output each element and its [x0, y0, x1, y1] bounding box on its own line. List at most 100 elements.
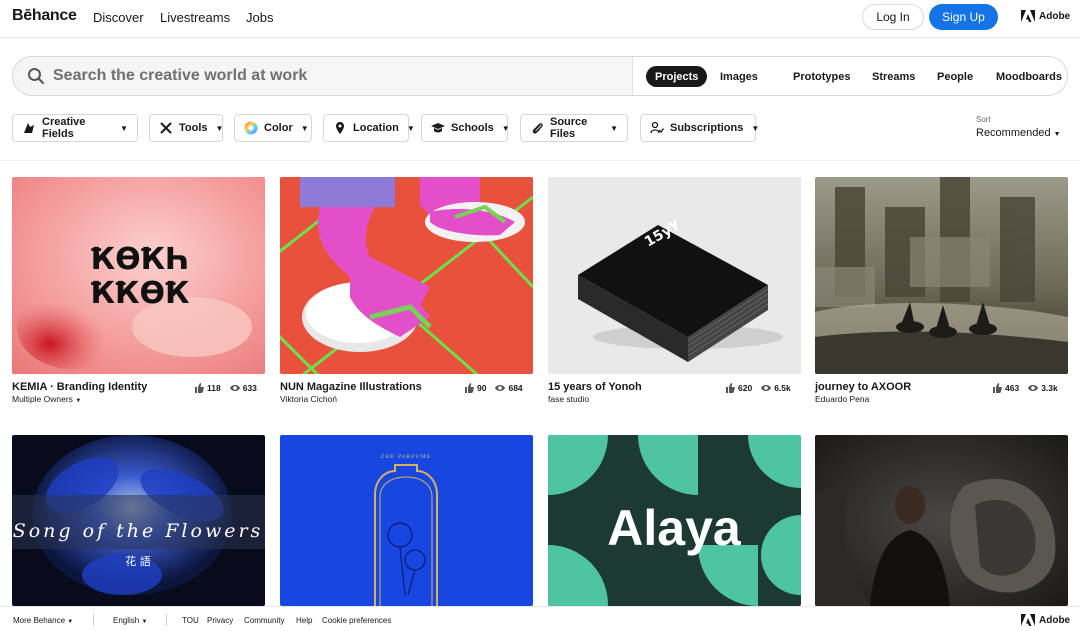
footer: More Behance ▼ English ▼ TOU Privacy Com… [0, 606, 1080, 631]
tab-images[interactable]: Images [720, 67, 758, 87]
chevron-down-icon: ▼ [141, 619, 148, 625]
filter-source-files[interactable]: Source Files ▼ [520, 114, 628, 142]
subscriptions-icon [650, 121, 664, 134]
sort-label: Sort [976, 115, 991, 124]
search-input[interactable] [53, 67, 613, 85]
nav-discover[interactable]: Discover [93, 10, 144, 25]
eye-icon [1028, 385, 1039, 391]
color-wheel-icon [244, 121, 258, 135]
project-owner[interactable]: Multiple Owners ▼ [12, 394, 81, 404]
project-stats: 90 684 [464, 383, 523, 393]
eye-icon [495, 385, 506, 391]
alaya-wordmark: Alaya [607, 500, 742, 556]
nav-jobs[interactable]: Jobs [246, 10, 273, 25]
filter-schools[interactable]: Schools ▼ [421, 114, 510, 142]
tab-projects[interactable]: Projects [646, 66, 708, 87]
filter-subscriptions[interactable]: Subscriptions ▼ [640, 114, 760, 142]
tab-people[interactable]: People [937, 67, 973, 87]
chevron-down-icon: ▼ [215, 123, 224, 133]
project-title[interactable]: KEMIA · Branding Identity [12, 381, 147, 393]
tools-icon [160, 122, 172, 134]
footer-more-behance[interactable]: More Behance ▼ [13, 616, 73, 625]
nun-illustration-image [280, 177, 533, 374]
project-title[interactable]: journey to AXOOR [815, 381, 911, 393]
flowers-cn-text: 花 語 [125, 554, 151, 568]
adobe-link[interactable]: Adobe [1021, 10, 1070, 22]
project-owner[interactable]: fase studio [548, 394, 589, 404]
kemia-image: ҞӨҞҺ ҞҞӨҞ [12, 177, 265, 374]
portrait-image [815, 435, 1068, 606]
tab-prototypes[interactable]: Prototypes [793, 67, 850, 87]
top-nav: Bēhance Discover Livestreams Jobs Log In… [0, 0, 1080, 38]
filter-creative-fields[interactable]: Creative Fields ▼ [12, 114, 138, 142]
chevron-down-icon: ▼ [120, 123, 128, 133]
project-thumbnail-nun[interactable] [280, 177, 533, 374]
paperclip-icon [532, 123, 543, 134]
filter-location[interactable]: Location ▼ [323, 114, 415, 142]
parfume-image: ZHE PARFUMÉ [280, 435, 533, 606]
kemia-logo-line1: ҞӨҞҺ [91, 242, 190, 277]
eye-icon [229, 385, 240, 391]
location-pin-icon [336, 122, 344, 134]
axoor-artwork-image [815, 177, 1068, 374]
footer-separator [93, 614, 94, 626]
tab-streams[interactable]: Streams [872, 67, 915, 87]
divider [0, 160, 1080, 161]
filter-color[interactable]: Color ▼ [234, 114, 312, 142]
footer-adobe-link[interactable]: Adobe [1021, 614, 1070, 626]
project-title[interactable]: 15 years of Yonoh [548, 381, 642, 393]
thumbs-up-icon [195, 383, 204, 393]
project-owner[interactable]: Eduardo Pena [815, 394, 869, 404]
chevron-down-icon: ▼ [751, 123, 760, 133]
project-stats: 463 3.3k [992, 383, 1058, 393]
project-thumbnail-parfume[interactable]: ZHE PARFUMÉ [280, 435, 533, 606]
graduation-cap-icon [431, 123, 445, 133]
sort-dropdown[interactable]: Recommended ▼ [976, 127, 1061, 139]
project-thumbnail-alaya[interactable]: Alaya [548, 435, 801, 606]
login-button[interactable]: Log In [862, 4, 924, 30]
alaya-image: Alaya [548, 435, 801, 606]
thumbs-up-icon [726, 383, 735, 393]
thumbs-up-icon [465, 383, 474, 393]
kemia-logo-line2: ҞҞӨҞ [90, 276, 190, 311]
search-bar: Projects Images Prototypes Streams Peopl… [12, 56, 1068, 96]
adobe-label: Adobe [1039, 10, 1071, 22]
search-icon [28, 68, 44, 84]
footer-link-privacy[interactable]: Privacy [207, 616, 233, 625]
chevron-down-icon: ▼ [67, 619, 74, 625]
footer-link-help[interactable]: Help [296, 616, 312, 625]
chevron-down-icon: ▼ [501, 123, 510, 133]
project-title[interactable]: NUN Magazine Illustrations [280, 381, 422, 393]
footer-separator [166, 614, 167, 626]
nav-livestreams[interactable]: Livestreams [160, 10, 230, 25]
adobe-icon [1021, 614, 1035, 626]
footer-language[interactable]: English ▼ [113, 616, 147, 625]
parfume-text: ZHE PARFUMÉ [381, 452, 432, 460]
thumbs-up-icon [993, 383, 1002, 393]
project-thumbnail-portrait[interactable] [815, 435, 1068, 606]
footer-link-community[interactable]: Community [244, 616, 284, 625]
project-thumbnail-flowers[interactable]: Song of the Flowers 花 語 [12, 435, 265, 606]
chevron-down-icon: ▼ [610, 123, 618, 133]
project-thumbnail-axoor[interactable] [815, 177, 1068, 374]
chevron-down-icon: ▼ [75, 398, 82, 404]
song-of-flowers-image: Song of the Flowers 花 語 [12, 435, 265, 606]
flowers-title-text: Song of the Flowers [13, 520, 264, 542]
project-stats: 620 6.5k [725, 383, 791, 393]
chevron-down-icon: ▼ [406, 123, 415, 133]
project-thumbnail-kemia[interactable]: ҞӨҞҺ ҞҞӨҞ [12, 177, 265, 374]
project-owner[interactable]: Viktoria Cichoń [280, 394, 337, 404]
project-stats: 118 633 [194, 383, 257, 393]
project-thumbnail-yonoh[interactable]: 15yY [548, 177, 801, 374]
signup-button[interactable]: Sign Up [929, 4, 998, 30]
footer-link-cookie-preferences[interactable]: Cookie preferences [322, 616, 391, 625]
search-tabs: Projects Images Prototypes Streams Peopl… [632, 57, 1067, 95]
footer-link-tou[interactable]: TOU [182, 616, 199, 625]
behance-logo[interactable]: Bēhance [12, 7, 77, 25]
adobe-icon [1021, 10, 1035, 22]
creative-fields-icon [24, 123, 34, 133]
filter-tools[interactable]: Tools ▼ [149, 114, 223, 142]
tab-moodboards[interactable]: Moodboards [996, 67, 1062, 87]
chevron-down-icon: ▼ [300, 123, 309, 133]
chevron-down-icon: ▼ [1053, 131, 1061, 138]
